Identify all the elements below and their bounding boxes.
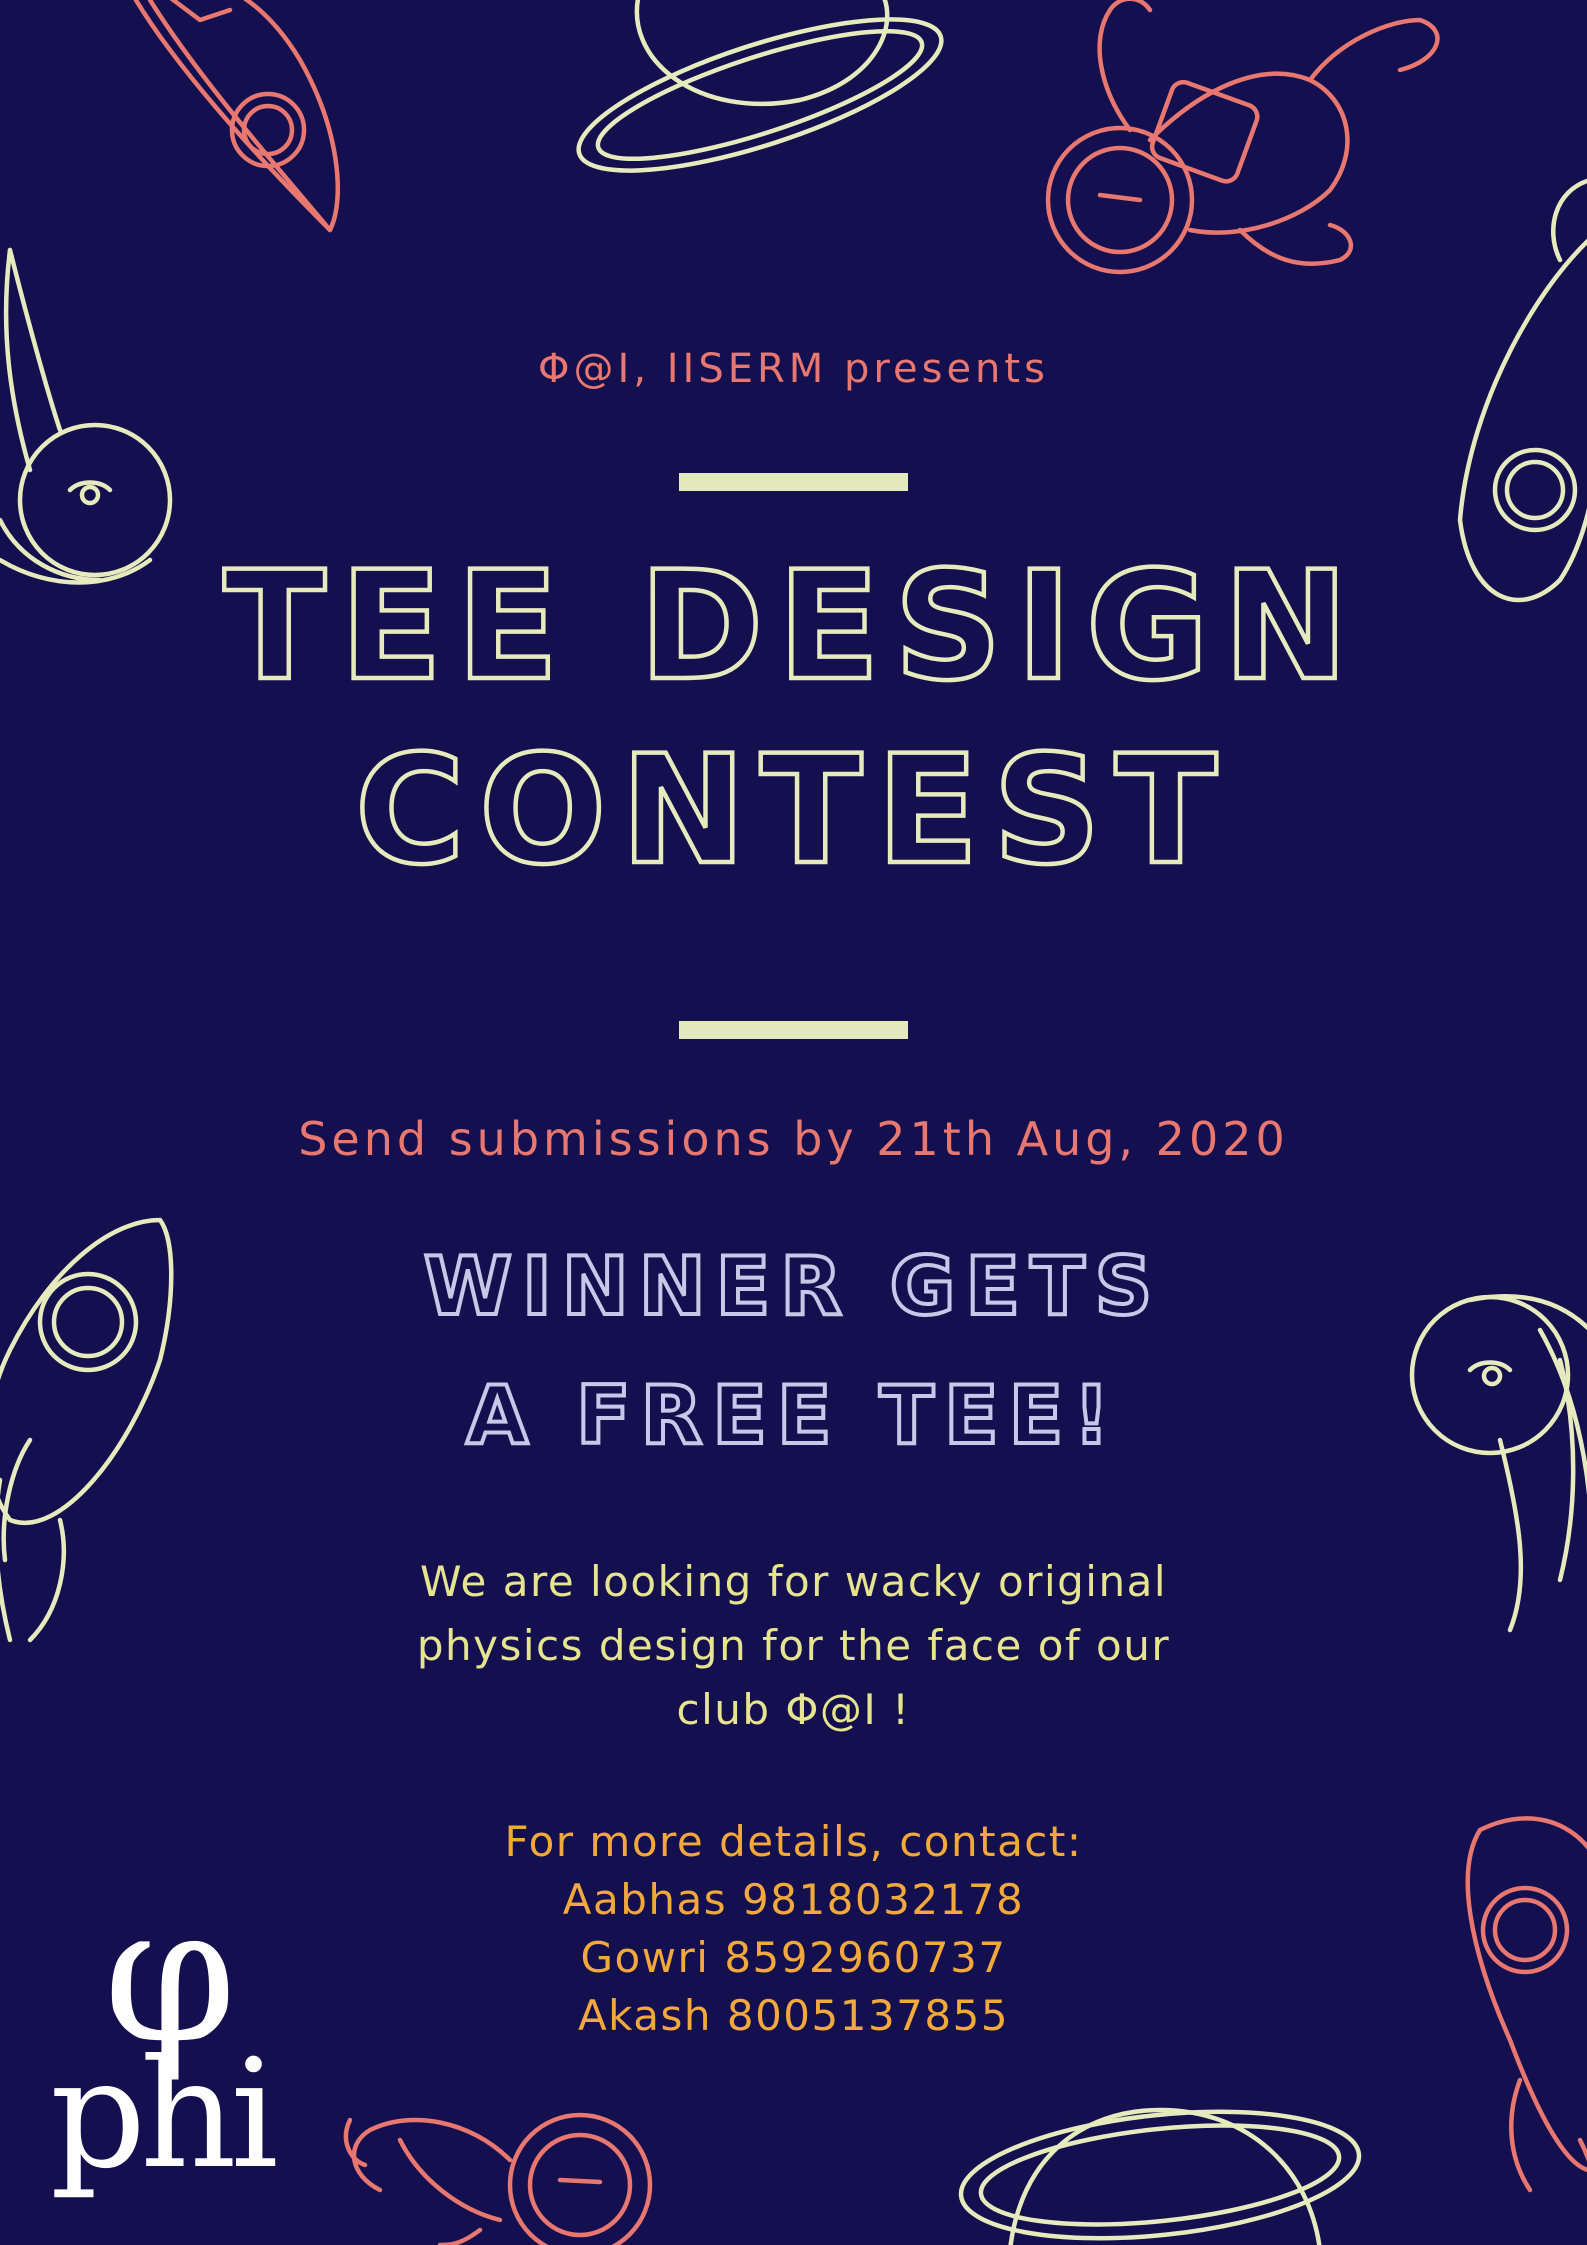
comet-icon — [0, 247, 173, 585]
deadline-text: Send submissions by 21th Aug, 2020 — [298, 1112, 1289, 1166]
description: We are looking for wacky original physic… — [0, 1550, 1587, 1742]
divider-bar-bottom — [679, 1021, 908, 1039]
description-line: club Φ@I ! — [676, 1685, 911, 1734]
description-line: We are looking for wacky original — [419, 1557, 1167, 1606]
prize-heading: WINNER GETS A FREE TEE! — [422, 1238, 1163, 1464]
title-line-2: CONTEST — [355, 724, 1231, 880]
title-line-1: TEE DESIGN — [224, 540, 1363, 714]
planet-icon — [576, 0, 944, 173]
astronaut-icon — [343, 2112, 653, 2245]
prize-line-1: WINNER GETS — [424, 1240, 1163, 1333]
planet-icon — [958, 2107, 1362, 2245]
contact-heading: For more details, contact: — [504, 1817, 1083, 1866]
divider-bar-top — [679, 473, 908, 491]
description-line: physics design for the face of our — [416, 1621, 1171, 1670]
prize-line-2: A FREE TEE! — [466, 1369, 1120, 1462]
phi-wordmark: phi — [50, 2028, 279, 2202]
astronaut-icon — [1045, 0, 1440, 275]
poster: Φ@I, IISERM presents TEE DESIGN CONTEST … — [0, 0, 1587, 2245]
presenter-text: Φ@I, IISERM presents — [538, 346, 1049, 392]
rocket-icon — [133, 0, 340, 233]
contest-title: TEE DESIGN CONTEST — [221, 540, 1363, 880]
phi-logo: φ phi — [50, 1880, 290, 2200]
